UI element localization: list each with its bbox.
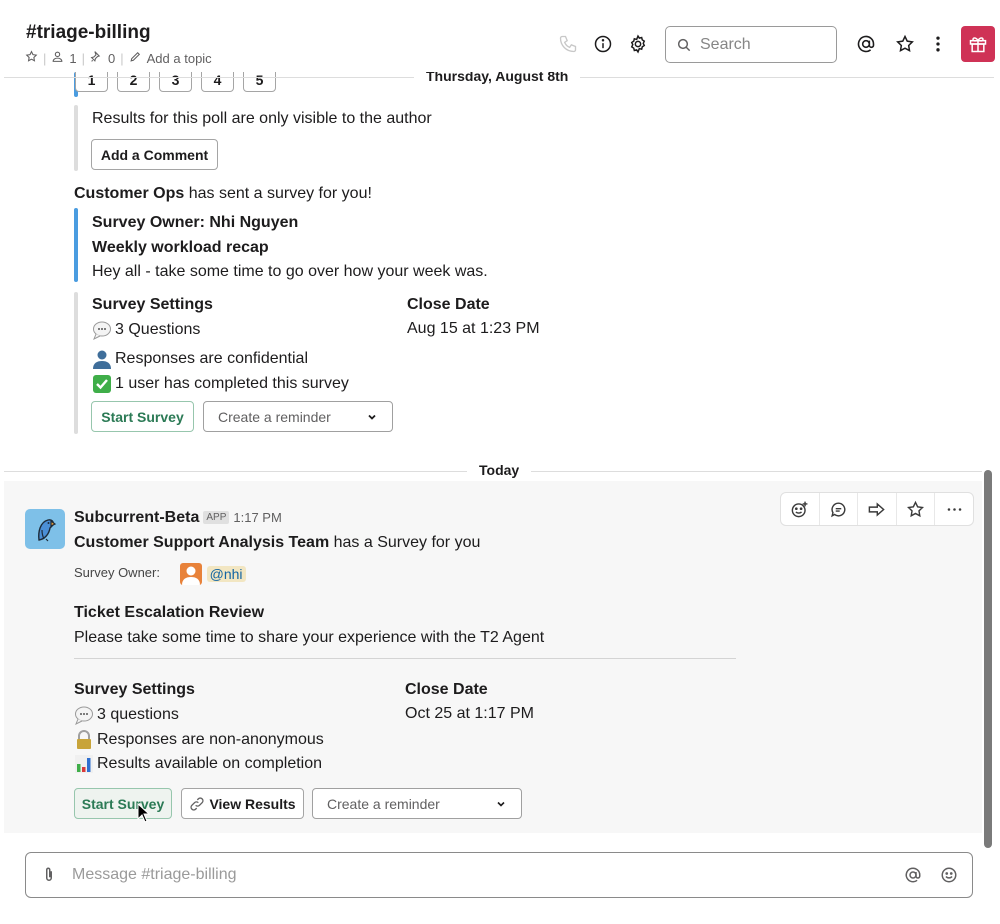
phone-icon[interactable] xyxy=(557,33,579,55)
search-placeholder: Search xyxy=(700,35,751,53)
channel-title[interactable]: #triage-billing xyxy=(26,22,151,44)
parrot-icon xyxy=(30,514,60,544)
setting-text: 1 user has completed this survey xyxy=(115,375,349,393)
bar-chart-icon xyxy=(74,754,94,774)
old-survey-sender[interactable]: Customer Ops xyxy=(74,185,184,202)
message-actions-bar xyxy=(780,492,974,526)
old-survey-setting-questions: 3 Questions xyxy=(92,320,200,340)
green-check-icon xyxy=(92,374,112,394)
composer-placeholder: Message #triage-billing xyxy=(72,866,237,883)
reminder-placeholder: Create a reminder xyxy=(327,795,440,812)
whats-new-button[interactable] xyxy=(961,26,995,62)
member-icon[interactable] xyxy=(51,50,64,66)
gear-icon[interactable] xyxy=(627,33,649,55)
app-badge: APP xyxy=(203,511,230,524)
link-icon xyxy=(189,796,205,812)
bust-silhouette-icon xyxy=(92,349,112,369)
survey-description: Please take some time to share your expe… xyxy=(74,629,545,646)
setting-text: Responses are non-anonymous xyxy=(97,731,324,749)
owner-mention[interactable]: @nhi xyxy=(206,566,246,582)
old-survey-settings-heading: Survey Settings xyxy=(92,296,213,313)
survey-separator xyxy=(74,658,736,659)
old-survey-settings-bar xyxy=(74,292,78,434)
start-thread-icon[interactable] xyxy=(820,493,859,525)
view-results-label: View Results xyxy=(209,795,296,812)
old-survey-description: Hey all - take some time to go over how … xyxy=(92,263,488,280)
emoji-icon[interactable] xyxy=(940,866,958,884)
start-survey-button[interactable]: Start Survey xyxy=(74,788,172,819)
speech-bubble-icon xyxy=(92,320,112,340)
scrollbar[interactable] xyxy=(984,470,992,848)
team-name: Customer Support Analysis Team xyxy=(74,534,330,551)
survey-setting-non-anonymous: Responses are non-anonymous xyxy=(74,730,324,750)
starred-items-icon[interactable] xyxy=(894,33,916,55)
save-star-icon[interactable] xyxy=(897,493,936,525)
more-actions-icon[interactable] xyxy=(935,493,973,525)
reminder-placeholder: Create a reminder xyxy=(218,408,331,425)
old-survey-intro: Customer Ops has sent a survey for you! xyxy=(74,185,372,203)
old-survey-owner: Survey Owner: Nhi Nguyen xyxy=(92,214,299,231)
pin-icon[interactable] xyxy=(90,50,103,66)
channel-header: #triage-billing | 1 | 0 | Add a topic Se… xyxy=(0,0,1000,72)
app-avatar[interactable] xyxy=(25,509,65,549)
more-vertical-icon[interactable] xyxy=(927,33,949,55)
reminder-select[interactable]: Create a reminder xyxy=(312,788,522,819)
poll-visibility-note: Results for this poll are only visible t… xyxy=(92,110,432,127)
setting-text: Results available on completion xyxy=(97,755,323,773)
search-icon xyxy=(676,37,692,53)
owner-avatar[interactable] xyxy=(179,563,202,585)
search-input[interactable]: Search xyxy=(665,26,837,63)
add-comment-button[interactable]: Add a Comment xyxy=(91,139,218,170)
survey-title: Ticket Escalation Review xyxy=(74,604,265,621)
day-divider-today: Today xyxy=(467,462,532,478)
member-count[interactable]: 1 xyxy=(69,51,76,66)
old-survey-intro-text: has sent a survey for you! xyxy=(188,185,372,202)
survey-setting-questions: 3 questions xyxy=(74,705,179,725)
old-start-survey-button[interactable]: Start Survey xyxy=(91,401,194,432)
survey-intro-text: has a Survey for you xyxy=(333,534,481,551)
setting-text: 3 questions xyxy=(97,706,179,724)
survey-settings-heading: Survey Settings xyxy=(74,681,195,698)
star-icon[interactable] xyxy=(25,50,38,66)
old-survey-close-date: Aug 15 at 1:23 PM xyxy=(407,320,540,337)
add-reaction-icon[interactable] xyxy=(781,493,820,525)
survey-owner-row: Survey Owner: @nhi xyxy=(74,563,246,585)
setting-text: Responses are confidential xyxy=(115,350,309,368)
mentions-icon[interactable] xyxy=(855,33,877,55)
survey-setting-results: Results available on completion xyxy=(74,754,322,774)
survey-close-date-heading: Close Date xyxy=(405,681,488,698)
add-topic-link[interactable]: Add a topic xyxy=(147,51,212,66)
message-composer[interactable]: Message #triage-billing xyxy=(25,852,973,898)
old-survey-setting-confidential: Responses are confidential xyxy=(92,349,308,369)
sender-name[interactable]: Subcurrent-Beta xyxy=(74,509,199,526)
mention-icon[interactable] xyxy=(904,866,922,884)
chevron-down-icon xyxy=(366,411,378,423)
attachment-paperclip-icon[interactable] xyxy=(40,866,58,884)
view-results-button[interactable]: View Results xyxy=(181,788,304,819)
old-reminder-select[interactable]: Create a reminder xyxy=(203,401,393,432)
pencil-icon xyxy=(129,50,142,66)
old-survey-title: Weekly workload recap xyxy=(92,239,269,256)
setting-text: 3 Questions xyxy=(115,321,201,339)
old-survey-close-date-heading: Close Date xyxy=(407,296,490,313)
message-time[interactable]: 1:17 PM xyxy=(233,510,281,525)
owner-label: Survey Owner: xyxy=(74,565,160,581)
lock-icon xyxy=(74,730,94,750)
survey-intro: Customer Support Analysis Team has a Sur… xyxy=(74,534,480,552)
message-header: Subcurrent-Beta APP 1:17 PM xyxy=(74,509,282,527)
mouse-cursor-icon xyxy=(137,802,151,823)
old-survey-setting-completed: 1 user has completed this survey xyxy=(92,374,349,394)
survey-close-date: Oct 25 at 1:17 PM xyxy=(405,705,534,722)
chevron-down-icon xyxy=(495,798,507,810)
info-icon[interactable] xyxy=(592,33,614,55)
speech-bubble-icon xyxy=(74,705,94,725)
channel-meta: | 1 | 0 | Add a topic xyxy=(25,50,212,66)
poll-attachment-bar-grey xyxy=(74,105,78,171)
share-message-icon[interactable] xyxy=(858,493,897,525)
pinned-count[interactable]: 0 xyxy=(108,51,115,66)
old-survey-accent-bar xyxy=(74,208,78,282)
gift-icon xyxy=(968,34,988,54)
